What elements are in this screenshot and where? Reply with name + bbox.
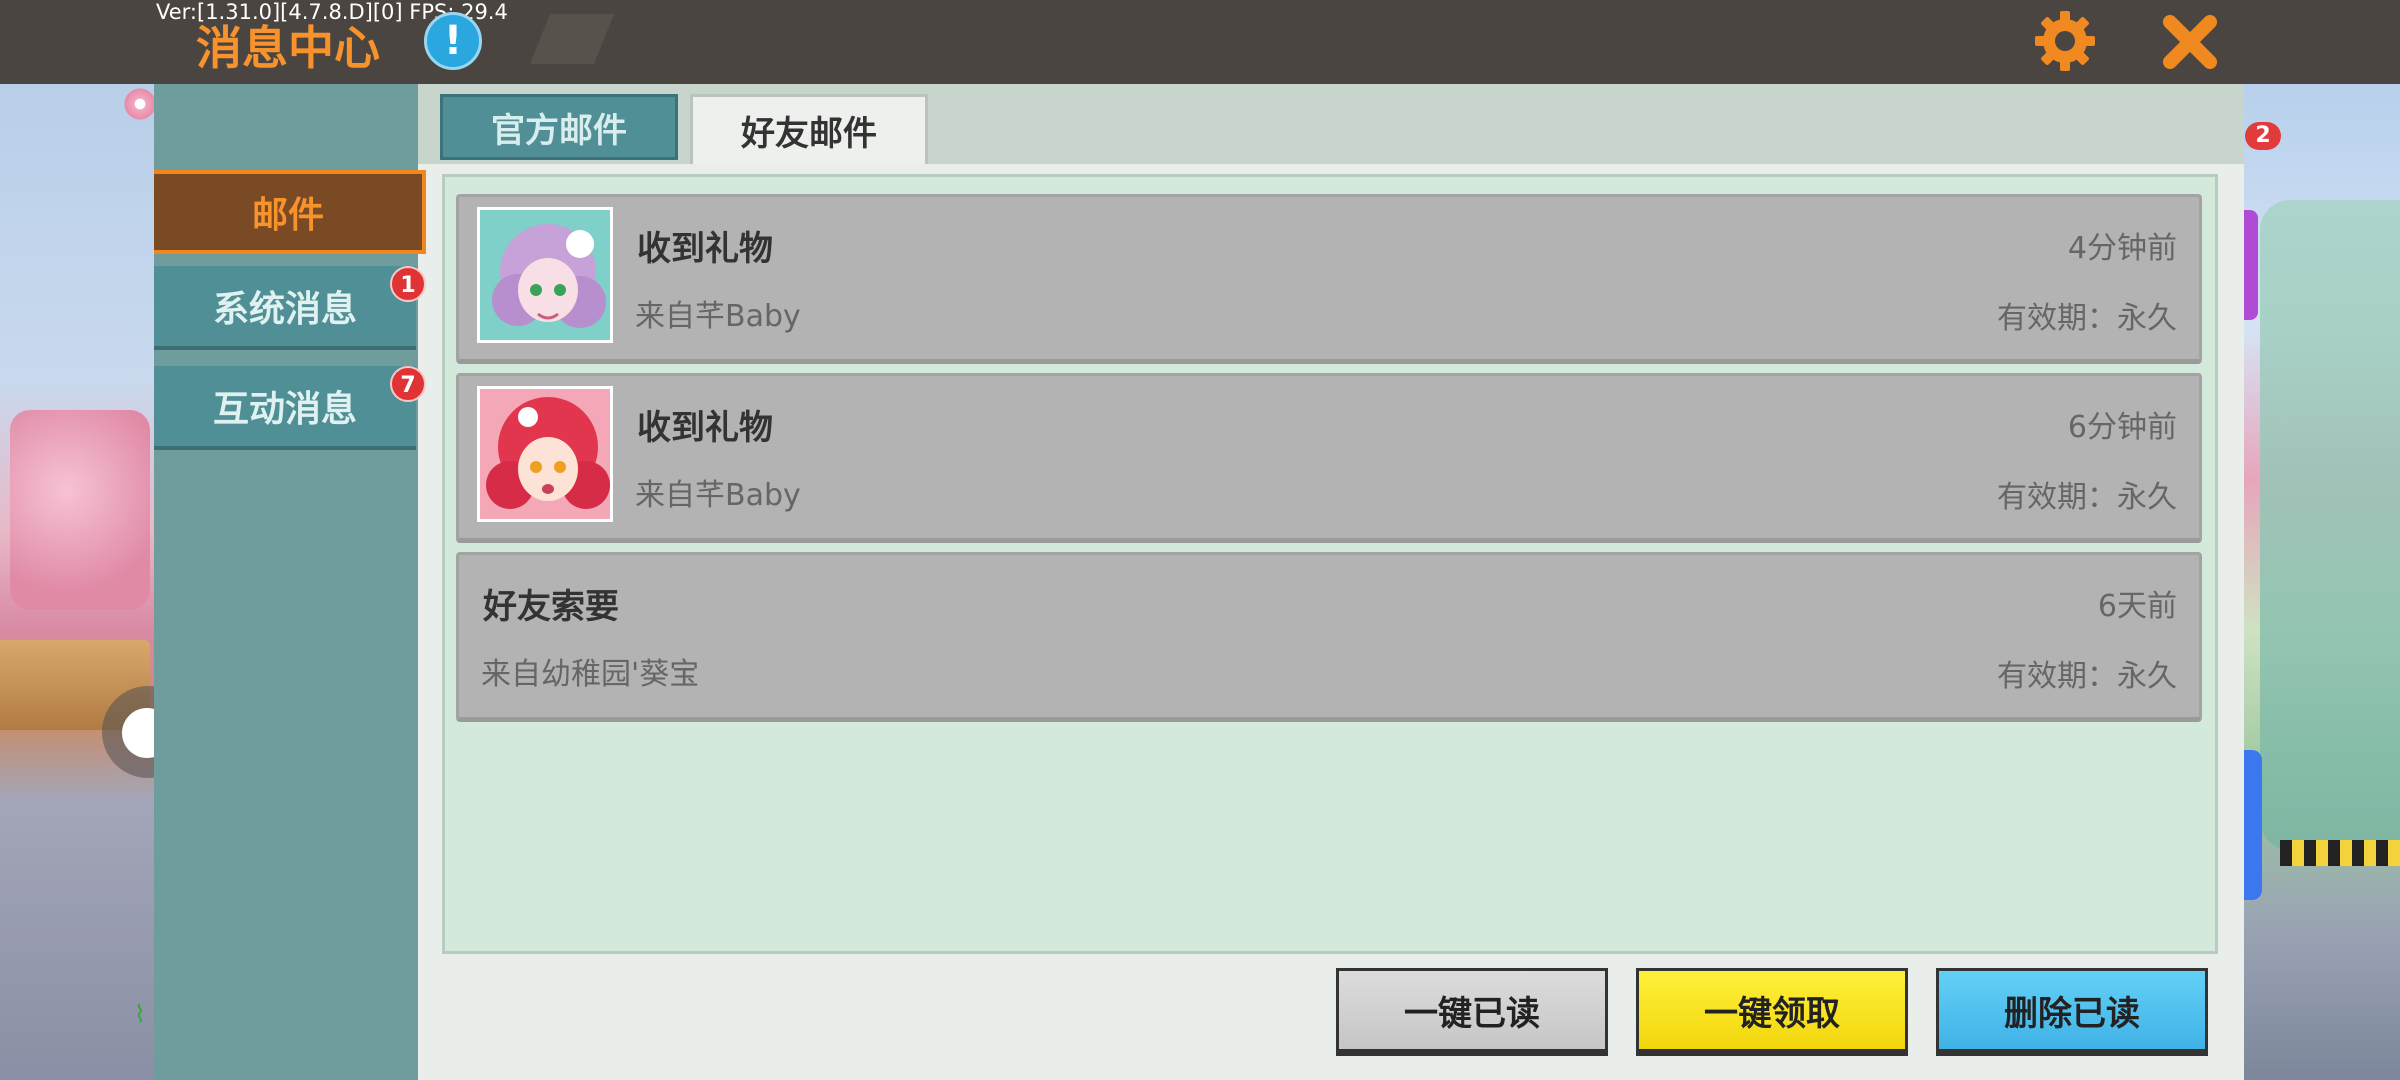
- tab-official-mail[interactable]: 官方邮件: [440, 94, 678, 160]
- unread-badge: 1: [390, 266, 426, 302]
- mail-sender: 来自幼稚园'葵宝: [481, 657, 700, 692]
- mail-title: 收到礼物: [637, 229, 773, 269]
- mail-item[interactable]: 好友索要 来自幼稚园'葵宝 6天前 有效期：永久: [456, 552, 2202, 722]
- mail-validity: 有效期：永久: [1997, 301, 2177, 336]
- info-button[interactable]: !: [424, 12, 482, 70]
- tab-friend-mail[interactable]: 好友邮件: [690, 94, 928, 164]
- sidebar-item-interaction-messages[interactable]: 互动消息: [154, 366, 416, 450]
- mail-item[interactable]: 收到礼物 来自芊Baby 6分钟前 有效期：永久: [456, 373, 2202, 543]
- cherry-blossom-tree: [10, 410, 150, 610]
- flower-icon[interactable]: [122, 86, 158, 122]
- mail-time: 4分钟前: [2067, 231, 2177, 266]
- close-icon[interactable]: [2158, 10, 2222, 74]
- gear-icon[interactable]: [2032, 8, 2098, 74]
- avatar: [477, 207, 613, 343]
- mark-all-read-button[interactable]: 一键已读: [1336, 968, 1608, 1056]
- signal-icon: ⌇: [134, 1000, 146, 1028]
- mail-validity: 有效期：永久: [1997, 480, 2177, 515]
- claim-all-button[interactable]: 一键领取: [1636, 968, 1908, 1056]
- sidebar-item-system-messages[interactable]: 系统消息: [154, 266, 416, 350]
- hazard-stripe: [2280, 840, 2400, 866]
- mail-item[interactable]: 收到礼物 来自芊Baby 4分钟前 有效期：永久: [456, 194, 2202, 364]
- unread-badge: 7: [390, 366, 426, 402]
- bus-vehicle: [2260, 200, 2400, 850]
- mail-sender: 来自芊Baby: [635, 299, 801, 334]
- mail-time: 6天前: [2097, 589, 2177, 624]
- delete-read-button[interactable]: 删除已读: [1936, 968, 2208, 1056]
- game-background-right: [2240, 80, 2400, 1080]
- mail-title: 好友索要: [483, 587, 619, 627]
- mail-time: 6分钟前: [2067, 410, 2177, 445]
- sidebar-item-mail[interactable]: 邮件: [154, 170, 426, 254]
- avatar: [477, 386, 613, 522]
- mail-validity: 有效期：永久: [1997, 659, 2177, 694]
- mail-sender: 来自芊Baby: [635, 478, 801, 513]
- notification-badge: 2: [2245, 122, 2281, 150]
- game-background-left: [0, 80, 160, 1080]
- mail-title: 收到礼物: [637, 408, 773, 448]
